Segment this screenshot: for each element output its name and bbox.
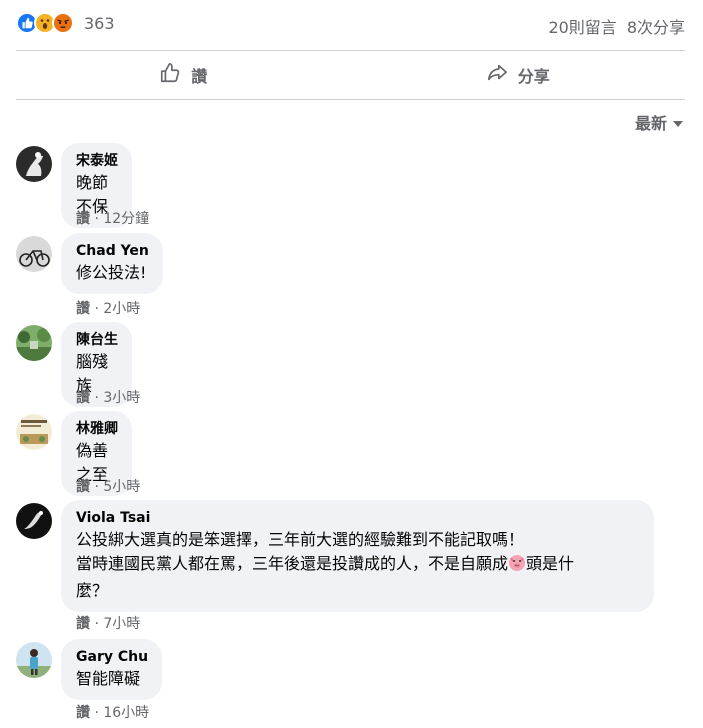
angry-icon <box>52 12 74 34</box>
comment-meta: 讚 · 16小時 <box>76 702 149 722</box>
meta-separator: · <box>94 390 99 406</box>
meta-separator: · <box>94 616 99 632</box>
avatar[interactable] <box>16 642 52 678</box>
comment-text-line: 麼？ <box>76 581 109 600</box>
avatar[interactable] <box>16 414 52 450</box>
avatar[interactable] <box>16 325 52 361</box>
comment-time[interactable]: 12分鐘 <box>103 211 149 227</box>
meta-separator: · <box>94 211 99 227</box>
meta-separator: · <box>94 479 99 495</box>
comment-author[interactable]: 林雅卿 <box>76 419 118 439</box>
comment-text-segment: 當時連國民黨人都在罵，三年後還是投讚成的人，不是自願成 <box>76 554 509 573</box>
comment-sort-dropdown[interactable]: 最新 <box>635 110 683 134</box>
comment-author[interactable]: Viola Tsai <box>76 508 640 528</box>
share-count[interactable]: 8次分享 <box>627 14 685 38</box>
sort-label: 最新 <box>634 114 667 133</box>
share-icon <box>486 62 508 88</box>
share-button[interactable]: 分享 <box>351 51 686 99</box>
comment-time[interactable]: 5小時 <box>103 479 140 495</box>
comment-text: 公投綁大選真的是笨選擇，三年前大選的經驗難到不能記取嗎！ 當時連國民黨人都在罵，… <box>76 528 640 603</box>
post-action-bar: 讚 分享 <box>16 51 685 99</box>
avatar[interactable] <box>16 236 52 272</box>
comment-time[interactable]: 3小時 <box>103 390 140 406</box>
reaction-count[interactable]: 363 <box>84 14 115 33</box>
comment-meta: 讚 · 7小時 <box>76 613 140 633</box>
comment-bubble: Chad Yen 修公投法! <box>61 233 163 294</box>
divider <box>16 99 685 100</box>
comment-meta: 讚 · 3小時 <box>76 387 140 407</box>
comment-text: 智能障礙 <box>76 669 141 688</box>
comment-author[interactable]: 宋泰姬 <box>76 151 118 171</box>
comment-like-link[interactable]: 讚 <box>76 705 90 721</box>
thumbs-up-icon <box>159 62 181 88</box>
reaction-summary-bar: 363 20則留言 8次分享 <box>16 12 685 38</box>
pig-face-emoji-icon <box>508 554 526 579</box>
caret-down-icon <box>673 120 683 127</box>
comment-like-link[interactable]: 讚 <box>76 479 90 495</box>
comment-author[interactable]: Gary Chu <box>76 647 148 667</box>
comment-time[interactable]: 16小時 <box>103 705 149 721</box>
comment-text-segment: 頭是什 <box>526 554 575 573</box>
comment-author[interactable]: Chad Yen <box>76 241 149 261</box>
comment-bubble: Gary Chu 智能障礙 <box>61 639 163 700</box>
meta-separator: · <box>94 705 99 721</box>
comment-text: 修公投法! <box>76 263 147 282</box>
avatar[interactable] <box>16 503 52 539</box>
comment-text-line: 公投綁大選真的是笨選擇，三年前大選的經驗難到不能記取嗎！ <box>76 530 525 549</box>
comment-meta: 讚 · 5小時 <box>76 476 140 496</box>
comment-count[interactable]: 20則留言 <box>548 14 616 38</box>
comment-meta: 讚 · 2小時 <box>76 298 140 318</box>
share-label: 分享 <box>517 67 550 86</box>
comment-time[interactable]: 2小時 <box>103 301 140 317</box>
comment-author[interactable]: 陳台生 <box>76 330 118 350</box>
post-stats: 20則留言 8次分享 <box>548 14 685 38</box>
like-button[interactable]: 讚 <box>16 51 351 99</box>
comment-like-link[interactable]: 讚 <box>76 211 90 227</box>
like-label: 讚 <box>191 67 208 86</box>
comment-like-link[interactable]: 讚 <box>76 390 90 406</box>
comment-like-link[interactable]: 讚 <box>76 301 90 317</box>
comment-meta: 讚 · 12分鐘 <box>76 208 149 228</box>
comment-bubble: Viola Tsai 公投綁大選真的是笨選擇，三年前大選的經驗難到不能記取嗎！ … <box>61 500 654 612</box>
avatar[interactable] <box>16 146 52 182</box>
meta-separator: · <box>94 301 99 317</box>
comment-like-link[interactable]: 讚 <box>76 616 90 632</box>
reactions[interactable]: 363 <box>16 12 115 34</box>
comment-time[interactable]: 7小時 <box>103 616 140 632</box>
comment-text-line: 當時連國民黨人都在罵，三年後還是投讚成的人，不是自願成 頭是什 <box>76 552 640 579</box>
